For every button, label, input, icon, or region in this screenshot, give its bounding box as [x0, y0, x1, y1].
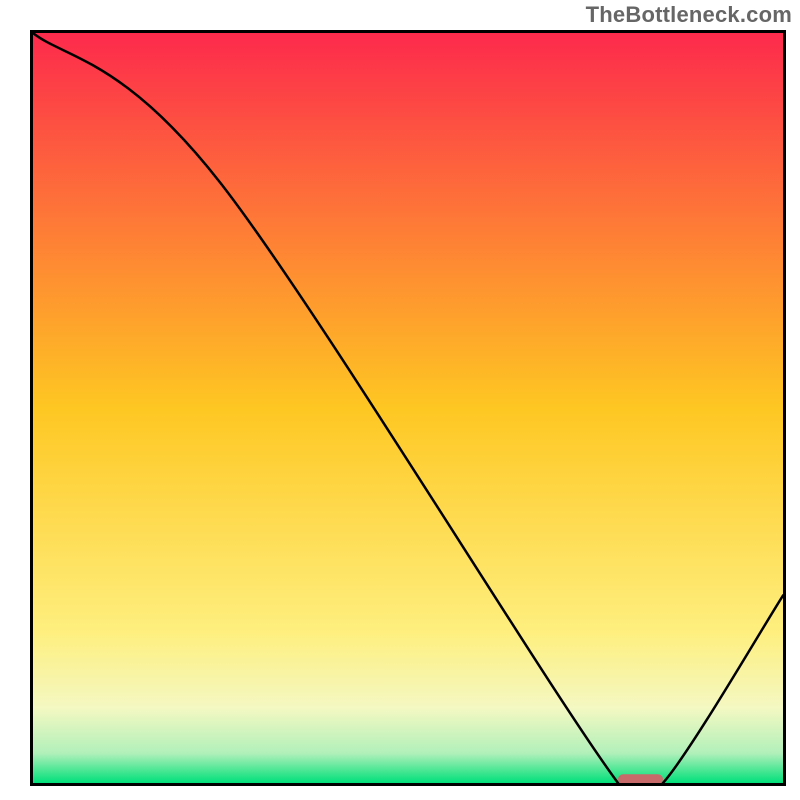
attribution-label: TheBottleneck.com: [586, 2, 792, 28]
chart-container: TheBottleneck.com: [0, 0, 800, 800]
plot-area: [30, 30, 786, 786]
gradient-background: [33, 33, 783, 783]
chart-svg: [33, 33, 783, 783]
optimum-marker: [618, 774, 663, 783]
